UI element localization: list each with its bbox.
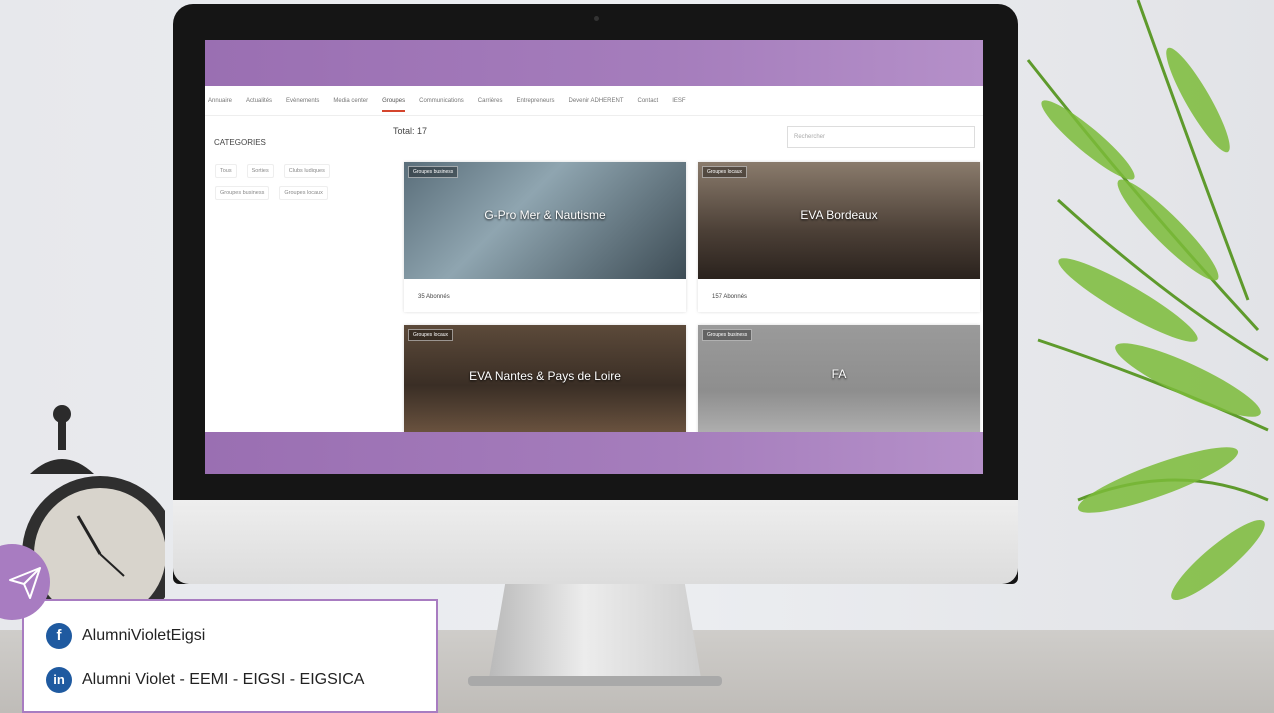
group-card-title: EVA Nantes & Pays de Loire [469,369,621,383]
group-category-tag: Groupes business [702,329,753,341]
nav-item-groupes[interactable]: Groupes [382,98,406,112]
apple-logo-icon [582,518,618,562]
facebook-icon: f [46,623,72,649]
site-header-bar [205,40,983,86]
social-links-box: f AlumniVioletEigsi in Alumni Violet - E… [22,599,438,713]
facebook-link[interactable]: f AlumniVioletEigsi [46,623,205,649]
group-category-tag: Groupes business [408,166,459,178]
nav-item-iesf[interactable]: IESF [672,98,685,104]
site-footer-bar [205,432,983,474]
category-chip[interactable]: Groupes business [215,186,270,200]
category-filter-list: Tous Sorties Clubs ludiques Groupes busi… [215,164,375,200]
group-card-title: FA [831,367,847,381]
nav-item-media-center[interactable]: Media center [333,98,368,104]
nav-item-actualites[interactable]: Actualités [246,98,272,104]
group-card[interactable]: Groupes locaux EVA Nantes & Pays de Loir… [404,325,686,435]
group-card[interactable]: Groupes business FA [698,325,980,435]
group-card-title: G-Pro Mer & Nautisme [484,208,606,222]
category-chip[interactable]: Tous [215,164,237,178]
nav-item-communications[interactable]: Communications [419,98,464,104]
category-chip[interactable]: Sorties [246,164,274,178]
facebook-label: AlumniVioletEigsi [82,627,206,644]
group-category-tag: Groupes locaux [408,329,454,341]
nav-item-entrepreneurs[interactable]: Entrepreneurs [516,98,554,104]
camera-dot [594,16,599,21]
category-chip[interactable]: Groupes locaux [279,186,328,200]
imac-stand [488,584,702,684]
fern-plant-decoration [1026,0,1269,601]
main-nav: Annuaire Actualités Evènements Media cen… [205,86,983,116]
linkedin-link[interactable]: in Alumni Violet - EEMI - EIGSI - EIGSIC… [46,667,364,693]
category-chip[interactable]: Clubs ludiques [283,164,330,178]
group-category-tag: Groupes locaux [702,166,748,178]
results-total: Total: 17 [393,126,428,136]
nav-item-annuaire[interactable]: Annuaire [208,98,232,104]
nav-item-contact[interactable]: Contact [638,98,659,104]
screen-website: Annuaire Actualités Evènements Media cen… [205,40,983,474]
nav-item-evenements[interactable]: Evènements [286,98,319,104]
group-subscriber-count: 35 Abonnés [418,294,450,300]
search-input[interactable]: Rechercher [787,126,975,148]
group-subscriber-count: 157 Abonnés [712,294,748,300]
group-card[interactable]: Groupes business G-Pro Mer & Nautisme 35… [404,162,686,312]
group-card[interactable]: Groupes locaux EVA Bordeaux 157 Abonnés [698,162,980,312]
linkedin-icon: in [46,667,72,693]
nav-item-devenir-adherent[interactable]: Devenir ADHERENT [569,98,624,104]
categories-title: CATEGORIES [214,138,266,147]
nav-item-carrieres[interactable]: Carrières [478,98,503,104]
paper-plane-icon [9,567,41,599]
linkedin-label: Alumni Violet - EEMI - EIGSI - EIGSICA [82,671,365,688]
group-card-title: EVA Bordeaux [800,208,878,222]
imac-stand-foot [468,676,722,686]
